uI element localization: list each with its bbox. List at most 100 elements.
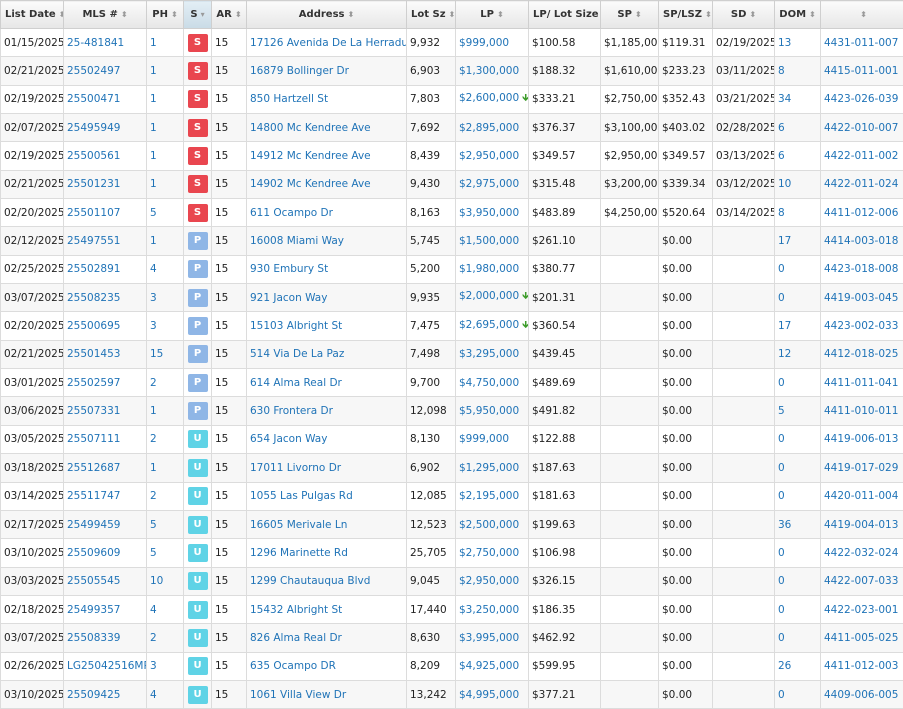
column-header-lp[interactable]: LP⬍ [456, 1, 529, 29]
list-price-link[interactable]: $2,750,000 [459, 547, 519, 559]
list-price-link[interactable]: $1,300,000 [459, 65, 519, 77]
list-price-link[interactable]: $3,250,000 [459, 604, 519, 616]
photo-count-link[interactable]: 1 [150, 178, 157, 190]
days-on-market-link[interactable]: 17 [778, 320, 791, 332]
apn-link[interactable]: 4422-011-024 [824, 178, 898, 190]
address-link[interactable]: 15432 Albright St [250, 604, 342, 616]
photo-count-link[interactable]: 4 [150, 263, 157, 275]
column-header-address[interactable]: Address⬍ [247, 1, 407, 29]
sort-arrows-icon[interactable]: ⬍ [121, 10, 128, 19]
photo-count-link[interactable]: 15 [150, 348, 163, 360]
address-link[interactable]: 1055 Las Pulgas Rd [250, 490, 353, 502]
table-row[interactable]: 03/01/2025255025972P15614 Alma Real Dr9,… [1, 369, 903, 397]
list-price-link[interactable]: $999,000 [459, 37, 509, 49]
days-on-market-link[interactable]: 0 [778, 575, 785, 587]
mls-number-link[interactable]: 25511747 [67, 490, 120, 502]
address-link[interactable]: 15103 Albright St [250, 320, 342, 332]
photo-count-link[interactable]: 1 [150, 150, 157, 162]
apn-link[interactable]: 4431-011-007 [824, 37, 898, 49]
mls-number-link[interactable]: 25507111 [67, 433, 120, 445]
list-price-link[interactable]: $2,895,000 [459, 122, 519, 134]
photo-count-link[interactable]: 3 [150, 292, 157, 304]
table-row[interactable]: 03/03/20252550554510U151299 Chautauqua B… [1, 567, 903, 595]
list-price-link[interactable]: $2,500,000 [459, 519, 519, 531]
photo-count-link[interactable]: 3 [150, 320, 157, 332]
list-price-link[interactable]: $3,295,000 [459, 348, 519, 360]
address-link[interactable]: 614 Alma Real Dr [250, 377, 342, 389]
table-row[interactable]: 02/18/2025254993574U1515432 Albright St1… [1, 595, 903, 623]
column-header-apn[interactable]: ⬍ [821, 1, 903, 29]
table-row[interactable]: 02/21/2025255012311S1514902 Mc Kendree A… [1, 170, 903, 198]
days-on-market-link[interactable]: 36 [778, 519, 791, 531]
table-row[interactable]: 02/20/2025255006953P1515103 Albright St7… [1, 312, 903, 340]
apn-link[interactable]: 4411-012-003 [824, 660, 898, 672]
photo-count-link[interactable]: 1 [150, 37, 157, 49]
column-header-lp-lot[interactable]: LP/ Lot Size⬍ [529, 1, 601, 29]
days-on-market-link[interactable]: 17 [778, 235, 791, 247]
address-link[interactable]: 16008 Miami Way [250, 235, 344, 247]
photo-count-link[interactable]: 2 [150, 490, 157, 502]
days-on-market-link[interactable]: 0 [778, 292, 785, 304]
address-link[interactable]: 1299 Chautauqua Blvd [250, 575, 370, 587]
table-row[interactable]: 03/10/2025255094254U151061 Villa View Dr… [1, 680, 903, 708]
photo-count-link[interactable]: 4 [150, 604, 157, 616]
column-header-sd[interactable]: SD⬍ [713, 1, 775, 29]
photo-count-link[interactable]: 10 [150, 575, 163, 587]
column-header-list-date[interactable]: List Date⬍ [1, 1, 64, 29]
days-on-market-link[interactable]: 0 [778, 547, 785, 559]
days-on-market-link[interactable]: 34 [778, 93, 791, 105]
column-header-ar[interactable]: AR⬍ [212, 1, 247, 29]
mls-number-link[interactable]: 25508235 [67, 292, 120, 304]
table-row[interactable]: 03/10/2025255096095U151296 Marinette Rd2… [1, 539, 903, 567]
mls-number-link[interactable]: 25508339 [67, 632, 120, 644]
table-row[interactable]: 02/21/20252550145315P15514 Via De La Paz… [1, 340, 903, 368]
address-link[interactable]: 1296 Marinette Rd [250, 547, 348, 559]
days-on-market-link[interactable]: 26 [778, 660, 791, 672]
list-price-link[interactable]: $999,000 [459, 433, 509, 445]
address-link[interactable]: 14800 Mc Kendree Ave [250, 122, 371, 134]
table-row[interactable]: 02/07/2025254959491S1514800 Mc Kendree A… [1, 114, 903, 142]
mls-number-link[interactable]: 25499459 [67, 519, 120, 531]
mls-number-link[interactable]: 25509609 [67, 547, 120, 559]
list-price-link[interactable]: $2,600,000 [459, 92, 519, 104]
sort-arrows-icon[interactable]: ⬍ [809, 10, 816, 19]
sort-arrows-icon[interactable]: ⬍ [860, 10, 867, 19]
apn-link[interactable]: 4422-023-001 [824, 604, 898, 616]
column-header-sp[interactable]: SP⬍ [601, 1, 659, 29]
list-price-link[interactable]: $1,295,000 [459, 462, 519, 474]
mls-number-link[interactable]: 25507331 [67, 405, 120, 417]
days-on-market-link[interactable]: 13 [778, 37, 791, 49]
address-link[interactable]: 16605 Merivale Ln [250, 519, 347, 531]
apn-link[interactable]: 4423-018-008 [824, 263, 898, 275]
column-header-lot-sz[interactable]: Lot Sz⬍ [407, 1, 456, 29]
table-row[interactable]: 03/07/2025255083392U15826 Alma Real Dr8,… [1, 624, 903, 652]
sort-arrows-icon[interactable]: ⬍ [59, 10, 64, 19]
apn-link[interactable]: 4411-010-011 [824, 405, 898, 417]
mls-number-link[interactable]: 25495949 [67, 122, 120, 134]
mls-number-link[interactable]: 25502597 [67, 377, 120, 389]
apn-link[interactable]: 4411-012-006 [824, 207, 898, 219]
sort-arrows-icon[interactable]: ⬍ [705, 10, 712, 19]
days-on-market-link[interactable]: 0 [778, 632, 785, 644]
mls-number-link[interactable]: 25500695 [67, 320, 120, 332]
column-header-ph[interactable]: PH⬍ [147, 1, 184, 29]
list-price-link[interactable]: $3,995,000 [459, 632, 519, 644]
address-link[interactable]: 826 Alma Real Dr [250, 632, 342, 644]
days-on-market-link[interactable]: 8 [778, 207, 785, 219]
apn-link[interactable]: 4420-011-004 [824, 490, 898, 502]
address-link[interactable]: 14902 Mc Kendree Ave [250, 178, 371, 190]
mls-number-link[interactable]: 25497551 [67, 235, 120, 247]
mls-number-link[interactable]: 25501107 [67, 207, 120, 219]
table-row[interactable]: 02/25/2025255028914P15930 Embury St5,200… [1, 255, 903, 283]
photo-count-link[interactable]: 1 [150, 65, 157, 77]
days-on-market-link[interactable]: 0 [778, 377, 785, 389]
photo-count-link[interactable]: 5 [150, 207, 157, 219]
photo-count-link[interactable]: 3 [150, 660, 157, 672]
apn-link[interactable]: 4422-011-002 [824, 150, 898, 162]
list-price-link[interactable]: $5,950,000 [459, 405, 519, 417]
apn-link[interactable]: 4422-010-007 [824, 122, 898, 134]
apn-link[interactable]: 4414-003-018 [824, 235, 898, 247]
days-on-market-link[interactable]: 0 [778, 604, 785, 616]
days-on-market-link[interactable]: 6 [778, 122, 785, 134]
mls-number-link[interactable]: 25512687 [67, 462, 120, 474]
